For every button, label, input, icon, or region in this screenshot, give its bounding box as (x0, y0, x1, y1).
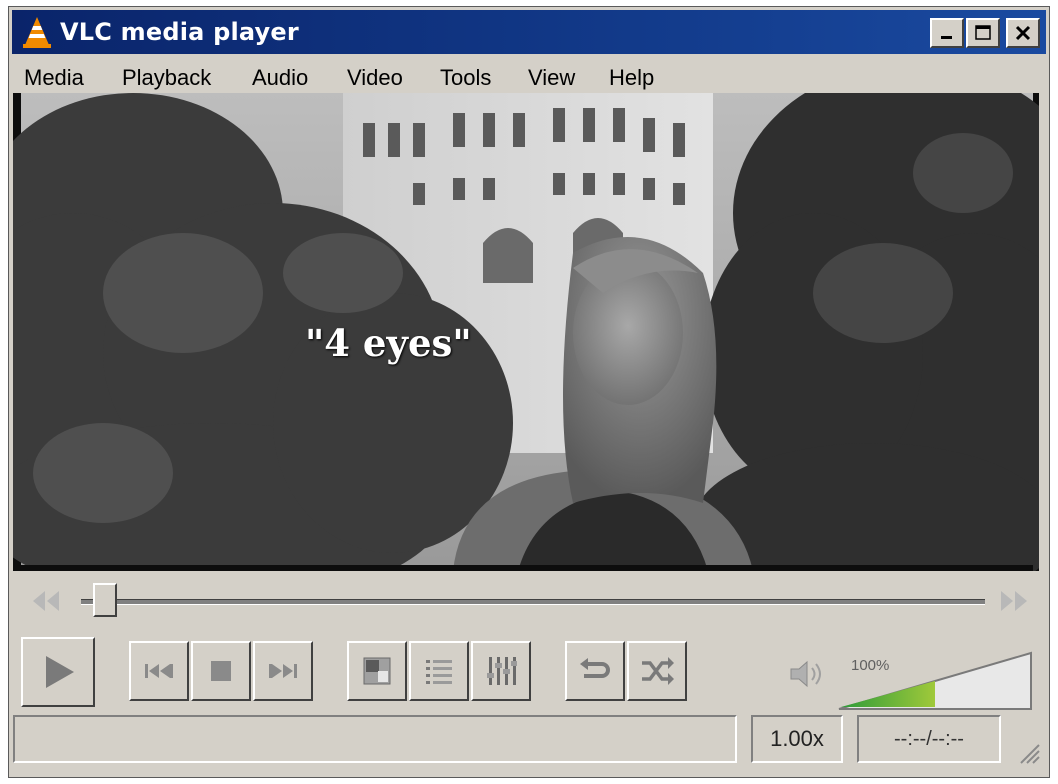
previous-button[interactable] (129, 641, 189, 701)
seek-slider-handle[interactable] (93, 583, 118, 617)
playlist-icon (426, 660, 452, 684)
title-bar[interactable]: VLC media player (12, 10, 1046, 54)
menu-video[interactable]: Video (347, 65, 403, 91)
shuffle-icon (642, 657, 674, 685)
playlist-button[interactable] (409, 641, 469, 701)
fullscreen-button[interactable] (347, 641, 407, 701)
vlc-cone-icon (23, 17, 51, 48)
menu-media[interactable]: Media (24, 65, 84, 91)
menu-audio[interactable]: Audio (252, 65, 308, 91)
volume-slider[interactable] (837, 651, 1033, 711)
previous-icon (145, 664, 173, 678)
maximize-icon (975, 25, 991, 40)
menu-help[interactable]: Help (609, 65, 654, 91)
next-icon (269, 664, 297, 678)
time-display[interactable]: --:--/--:-- (857, 715, 1001, 763)
rewind-icon[interactable] (31, 589, 61, 613)
close-icon (1015, 25, 1031, 41)
seek-bar[interactable] (13, 579, 1039, 625)
minimize-icon (941, 36, 952, 39)
playback-rate[interactable]: 1.00x (751, 715, 843, 763)
menu-bar: Media Playback Audio Video Tools View He… (12, 61, 1046, 93)
menu-view[interactable]: View (528, 65, 575, 91)
seek-track[interactable] (81, 599, 985, 605)
menu-playback[interactable]: Playback (122, 65, 211, 91)
loop-button[interactable] (565, 641, 625, 701)
play-icon (46, 656, 74, 688)
speaker-icon[interactable] (789, 659, 825, 689)
video-display[interactable]: "4 eyes" (13, 93, 1039, 571)
play-button[interactable] (21, 637, 95, 707)
close-button[interactable] (1006, 18, 1040, 48)
next-button[interactable] (253, 641, 313, 701)
vlc-window: VLC media player Media Playback Audio Vi… (8, 6, 1050, 778)
video-frame-image (13, 93, 1039, 571)
status-bar (13, 715, 737, 763)
menu-tools[interactable]: Tools (440, 65, 491, 91)
equalizer-icon (487, 657, 517, 685)
subtitle-text: "4 eyes" (305, 321, 472, 365)
loop-icon (580, 658, 610, 678)
fast-forward-icon[interactable] (999, 589, 1029, 613)
maximize-button[interactable] (966, 18, 1000, 48)
fullscreen-icon (363, 657, 391, 685)
extended-settings-button[interactable] (471, 641, 531, 701)
shuffle-button[interactable] (627, 641, 687, 701)
stop-icon (211, 661, 231, 681)
resize-grip-icon[interactable] (1015, 739, 1041, 765)
stop-button[interactable] (191, 641, 251, 701)
minimize-button[interactable] (930, 18, 964, 48)
window-title: VLC media player (60, 18, 299, 46)
